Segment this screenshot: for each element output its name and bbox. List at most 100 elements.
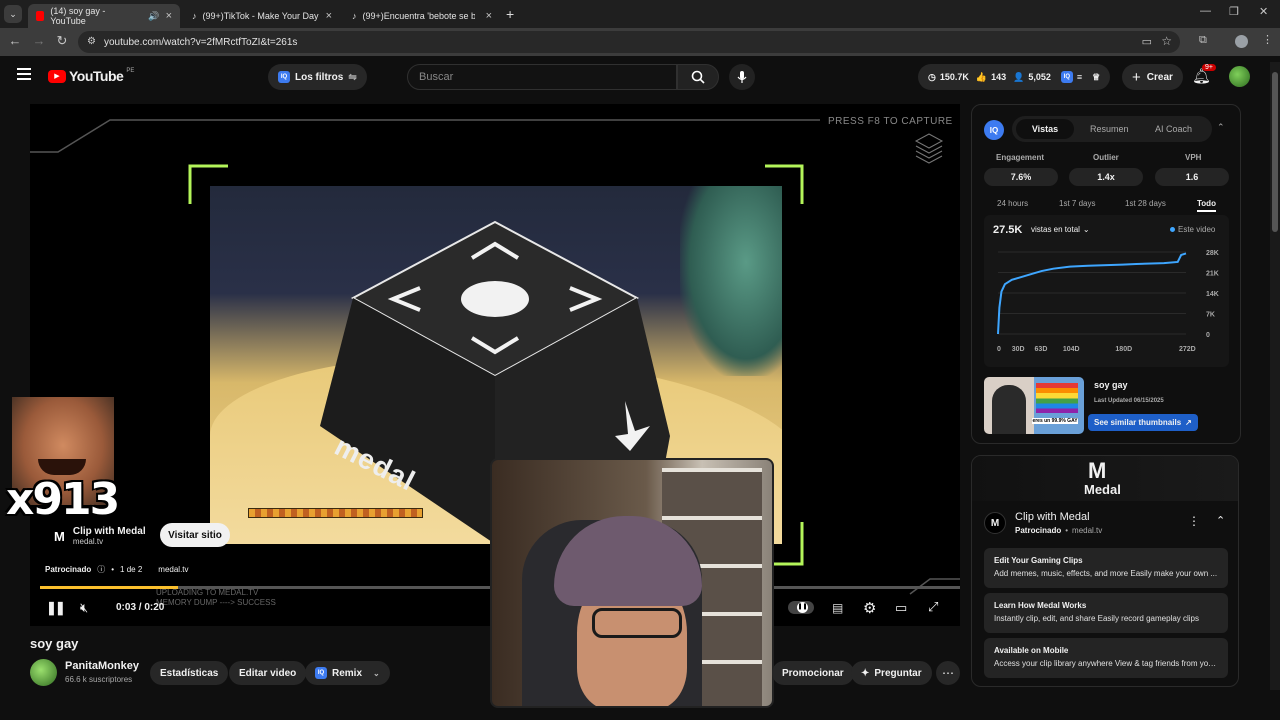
theater-mode-icon[interactable]: ▭ xyxy=(895,600,907,616)
ad-more-icon[interactable]: ⋮ xyxy=(1188,514,1200,528)
chevron-down-icon: ⌄ xyxy=(373,668,380,678)
youtube-header: ▶ YouTube PE IQ Los filtros ⇋ Buscar ◷ 1… xyxy=(0,58,1270,96)
back-icon[interactable]: ← xyxy=(6,33,24,48)
iq-logo-icon: IQ xyxy=(278,71,290,83)
tab-vistas[interactable]: Vistas xyxy=(1016,119,1074,139)
ask-button[interactable]: ✦ Preguntar xyxy=(851,661,932,685)
x-tick-label: 30D xyxy=(1012,346,1025,353)
settings-gear-icon[interactable]: ⚙ xyxy=(863,599,876,617)
restore-window-icon[interactable]: ❐ xyxy=(1229,5,1239,18)
info-icon[interactable]: ⓘ xyxy=(97,564,105,575)
trophy-icon: ♕ xyxy=(1092,71,1101,82)
close-tab-icon[interactable]: × xyxy=(166,10,172,22)
range-7d[interactable]: 1st 7 days xyxy=(1059,199,1095,208)
tab-resumen[interactable]: Resumen xyxy=(1090,124,1129,134)
browser-toolbar: ← → ↻ ⚙ youtube.com/watch?v=2fMRctfToZI&… xyxy=(0,28,1280,56)
card-desc: Access your clip library anywhere View &… xyxy=(994,659,1218,668)
ad-sitelink-card[interactable]: Available on Mobile Access your clip lib… xyxy=(984,638,1228,678)
close-tab-icon[interactable]: × xyxy=(326,10,332,22)
cast-icon[interactable]: ▭ xyxy=(1142,35,1152,48)
site-info-icon[interactable]: ⚙ xyxy=(87,36,96,47)
video-title: soy gay xyxy=(30,636,79,651)
y-tick-label: 14K xyxy=(1206,291,1219,298)
address-bar[interactable]: ⚙ youtube.com/watch?v=2fMRctfToZI&t=261s… xyxy=(78,31,1180,53)
collapse-chevron-icon[interactable]: ⌃ xyxy=(1217,122,1225,133)
remix-button[interactable]: IQ Remix ⌄ xyxy=(305,661,390,685)
subtitles-icon[interactable]: ▤ xyxy=(832,601,843,615)
medal-logo-icon: M xyxy=(1088,458,1107,483)
iq-logo-icon: IQ xyxy=(315,667,327,679)
channel-name[interactable]: PanitaMonkey xyxy=(65,660,139,672)
more-actions-button[interactable]: ⋯ xyxy=(936,661,960,685)
forward-icon[interactable]: → xyxy=(30,33,48,48)
search-icon xyxy=(691,70,705,84)
search-input[interactable]: Buscar xyxy=(407,64,677,90)
ad-sitelink-card[interactable]: Learn How Medal Works Instantly clip, ed… xyxy=(984,593,1228,633)
rainbow-flag xyxy=(1036,383,1078,413)
similar-thumbnails-button[interactable]: See similar thumbnails ↗ xyxy=(1088,414,1198,431)
filters-button[interactable]: IQ Los filtros ⇋ xyxy=(268,64,367,90)
youtube-logo[interactable]: ▶ YouTube PE xyxy=(48,68,134,84)
bookmark-star-icon[interactable]: ☆ xyxy=(1161,34,1172,48)
channel-stats-pill[interactable]: ◷ 150.7K 👍 143 👤 5,052 IQ ≡ ♕ xyxy=(918,64,1111,90)
pause-button[interactable]: ❚❚ xyxy=(46,600,66,616)
close-window-icon[interactable]: ✕ xyxy=(1259,5,1268,18)
thumbs-up-icon: 👍 xyxy=(975,71,988,82)
card-title: Available on Mobile xyxy=(994,646,1069,655)
external-link-icon: ↗ xyxy=(1185,418,1192,427)
close-tab-icon[interactable]: × xyxy=(486,10,492,22)
x-tick-label: 63D xyxy=(1035,346,1048,353)
profile-avatar[interactable] xyxy=(1235,35,1248,48)
fullscreen-icon[interactable]: ⤢ xyxy=(928,599,938,615)
range-all[interactable]: Todo xyxy=(1197,199,1216,212)
hamburger-menu-icon[interactable] xyxy=(17,68,31,80)
search-button[interactable] xyxy=(677,64,719,90)
promote-button[interactable]: Promocionar xyxy=(772,661,854,685)
new-tab-button[interactable]: + xyxy=(506,6,514,22)
tab-search-button[interactable]: ⌄ xyxy=(4,5,22,23)
range-24h[interactable]: 24 hours xyxy=(997,199,1028,208)
ad-panel-title[interactable]: Clip with Medal xyxy=(1015,511,1090,523)
browser-tab-tiktok-search[interactable]: ♪ (99+)Encuentra 'bebote se besa × xyxy=(344,4,500,28)
vph-value: 1.6 xyxy=(1155,168,1229,186)
extensions-icon[interactable]: ⧉ xyxy=(1199,34,1207,47)
reload-icon[interactable]: ↻ xyxy=(53,33,71,49)
card-desc: Add memes, music, effects, and more Easi… xyxy=(994,569,1218,578)
ad-link[interactable]: medal.tv xyxy=(158,565,188,574)
edit-video-button[interactable]: Editar video xyxy=(229,661,307,685)
create-button[interactable]: + Crear xyxy=(1122,64,1183,90)
browser-tab-tiktok[interactable]: ♪ (99+)TikTok - Make Your Day × xyxy=(184,4,340,28)
mute-icon[interactable]: 🔇︎ xyxy=(80,600,88,616)
ad-collapse-chevron-icon[interactable]: ⌃ xyxy=(1216,514,1225,527)
x-tick-label: 180D xyxy=(1115,346,1132,353)
tab-ai-coach[interactable]: AI Coach xyxy=(1155,124,1192,134)
visit-site-button[interactable]: Visitar sitio xyxy=(160,523,230,547)
notifications-button[interactable]: 🔔︎ 9+ xyxy=(1192,64,1216,85)
ad-sponsored-line: Patrocinado ⓘ • 1 de 2 medal.tv xyxy=(45,564,189,575)
autoplay-toggle[interactable]: ❚❚ xyxy=(788,601,814,614)
engagement-value: 7.6% xyxy=(984,168,1058,186)
account-avatar[interactable] xyxy=(1229,66,1250,87)
meme-counter: x913 xyxy=(6,474,120,525)
game-health-bar xyxy=(248,508,423,518)
card-title: Learn How Medal Works xyxy=(994,601,1087,610)
y-tick-label: 7K xyxy=(1206,312,1215,319)
ad-banner[interactable]: M Medal xyxy=(972,456,1238,501)
stats-button[interactable]: Estadísticas xyxy=(150,661,229,685)
browser-tab-youtube[interactable]: (14) soy gay - YouTube 🔊 × xyxy=(28,4,180,28)
scrollbar-thumb[interactable] xyxy=(1272,72,1278,232)
ad-sitelink-card[interactable]: Edit Your Gaming Clips Add memes, music,… xyxy=(984,548,1228,588)
range-28d[interactable]: 1st 28 days xyxy=(1125,199,1166,208)
thumbnail-preview[interactable]: eres un 99.9% GAY xyxy=(984,377,1084,434)
voice-search-button[interactable] xyxy=(729,64,755,90)
page-scrollbar[interactable] xyxy=(1270,62,1280,690)
notification-badge: 9+ xyxy=(1202,64,1216,71)
minimize-window-icon[interactable]: — xyxy=(1200,5,1211,17)
browser-tab-strip: ⌄ (14) soy gay - YouTube 🔊 × ♪ (99+)TikT… xyxy=(0,0,1280,28)
channel-avatar[interactable] xyxy=(30,659,57,686)
edit-label: Editar video xyxy=(239,667,297,679)
y-tick-label: 21K xyxy=(1206,271,1219,278)
ask-label: Preguntar xyxy=(874,667,922,679)
browser-menu-icon[interactable]: ⋮ xyxy=(1262,33,1273,46)
sponsored-ad-panel: M Medal M Clip with Medal Patrocinado • … xyxy=(971,455,1239,687)
